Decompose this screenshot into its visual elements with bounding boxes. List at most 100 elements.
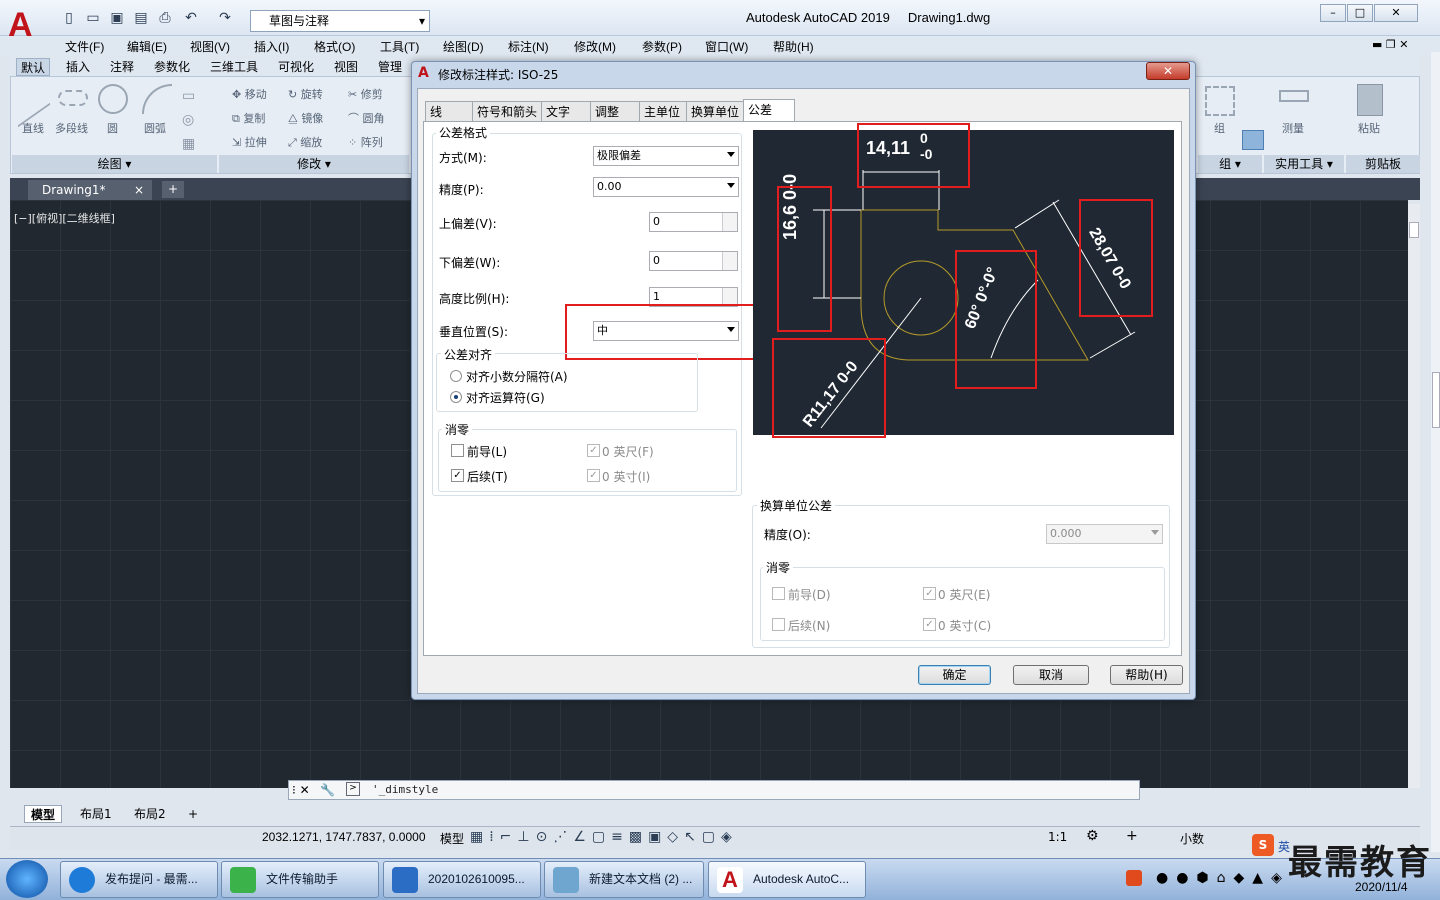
- scale-tool[interactable]: ⤢ 缩放: [288, 134, 322, 150]
- cancel-button[interactable]: 取消: [1013, 665, 1089, 685]
- taskbar-item-video[interactable]: 2020102610095...: [383, 861, 541, 898]
- tab-fit[interactable]: 调整: [590, 101, 640, 122]
- alt-trailing-checkbox[interactable]: [772, 618, 785, 631]
- drafting-toggles[interactable]: ▦⁞⌐⊥⊙⋰∠▢≡▩▣◇↖▢◈: [470, 829, 738, 845]
- group-tool-icon[interactable]: [1205, 86, 1235, 116]
- leading-checkbox[interactable]: [451, 444, 464, 457]
- panel-group[interactable]: 组 ▾: [1198, 155, 1262, 173]
- panel-modify[interactable]: 修改 ▾: [219, 155, 409, 173]
- move-tool[interactable]: ✥ 移动: [232, 86, 267, 102]
- save-as-icon[interactable]: ▤: [132, 10, 150, 28]
- redo-icon[interactable]: ↷: [216, 10, 234, 28]
- draw-extra-icons[interactable]: ▭ ◎ ▦: [182, 84, 195, 156]
- panel-draw[interactable]: 绘图 ▾: [12, 155, 217, 173]
- inches-checkbox[interactable]: ✓: [587, 469, 600, 482]
- feet-checkbox[interactable]: ✓: [587, 444, 600, 457]
- outer-scrollbar[interactable]: [1431, 52, 1440, 852]
- paste-tool-icon[interactable]: [1357, 84, 1383, 116]
- rotate-tool[interactable]: ↻ 旋转: [288, 86, 323, 102]
- menu-format[interactable]: 格式(O): [314, 38, 355, 55]
- plus-icon[interactable]: +: [1126, 828, 1138, 844]
- taskbar-date[interactable]: 2020/11/4: [1355, 880, 1408, 894]
- taskbar-item-autocad[interactable]: A Autodesk AutoC...: [708, 861, 866, 898]
- menu-edit[interactable]: 编辑(E): [127, 38, 167, 55]
- file-tab-drawing1[interactable]: Drawing1* ×: [28, 180, 152, 200]
- tray-icons[interactable]: ●●⬢⌂◆▲◈: [1156, 870, 1290, 886]
- circle-tool-icon[interactable]: [98, 84, 128, 114]
- ribbon-tab-manage[interactable]: 管理: [374, 58, 406, 76]
- alt-precision-select[interactable]: 0.000: [1046, 524, 1163, 544]
- scrollbar-thumb[interactable]: [1409, 222, 1419, 238]
- save-icon[interactable]: ▣: [108, 10, 126, 28]
- copy-tool[interactable]: ⧉ 复制: [232, 110, 265, 126]
- minimize-button[interactable]: –: [1320, 4, 1346, 22]
- units-selector[interactable]: 小数: [1180, 830, 1204, 847]
- menu-modify[interactable]: 修改(M): [574, 38, 616, 55]
- add-layout-button[interactable]: +: [182, 805, 204, 823]
- measure-tool-icon[interactable]: [1279, 90, 1309, 102]
- canvas-vertical-scrollbar[interactable]: [1408, 204, 1420, 788]
- open-file-icon[interactable]: ▭: [84, 10, 102, 28]
- mirror-tool[interactable]: ⧋ 镜像: [288, 110, 323, 126]
- taskbar-item-browser[interactable]: 发布提问 - 最需...: [60, 861, 218, 898]
- model-space-toggle[interactable]: 模型: [440, 830, 464, 847]
- tab-primary-units[interactable]: 主单位: [639, 101, 687, 122]
- ribbon-tab-home[interactable]: 默认: [16, 58, 51, 76]
- close-window-button[interactable]: ✕: [1374, 4, 1418, 22]
- menu-parametric[interactable]: 参数(P): [642, 38, 682, 55]
- ribbon-tab-visualize[interactable]: 可视化: [274, 58, 318, 76]
- ribbon-tab-3d-tools[interactable]: 三维工具: [206, 58, 262, 76]
- ribbon-tab-view[interactable]: 视图: [330, 58, 362, 76]
- lower-value-spinner[interactable]: 0: [649, 251, 738, 271]
- outer-scrollbar-thumb[interactable]: [1432, 372, 1440, 428]
- menu-draw[interactable]: 绘图(D): [443, 38, 484, 55]
- align-decimal-radio[interactable]: [450, 370, 462, 382]
- panel-utilities[interactable]: 实用工具 ▾: [1264, 155, 1344, 173]
- alt-inches-checkbox[interactable]: ✓: [923, 618, 936, 631]
- ok-button[interactable]: 确定: [918, 665, 991, 685]
- tab-alternate-units[interactable]: 换算单位: [686, 101, 744, 122]
- menu-view[interactable]: 视图(V): [190, 38, 230, 55]
- maximize-button[interactable]: □: [1347, 4, 1373, 22]
- new-file-icon[interactable]: ▯: [60, 10, 78, 28]
- polyline-tool-icon[interactable]: [58, 90, 88, 106]
- precision-select[interactable]: 0.00: [593, 177, 739, 197]
- close-tab-icon[interactable]: ×: [134, 180, 144, 200]
- plot-icon[interactable]: ⎙: [156, 10, 174, 28]
- sogou-ime-icon[interactable]: S: [1252, 834, 1274, 856]
- tab-tolerances[interactable]: 公差: [743, 99, 795, 123]
- coordinates-readout[interactable]: 2032.1271, 1747.7837, 0.0000: [262, 830, 426, 844]
- viewport-controls[interactable]: [−][俯视][二维线框]: [14, 210, 115, 226]
- align-operator-radio[interactable]: [450, 391, 462, 403]
- start-button[interactable]: [6, 860, 48, 898]
- ribbon-tab-insert[interactable]: 插入: [62, 58, 94, 76]
- gear-icon[interactable]: ⚙: [1086, 828, 1099, 844]
- help-button[interactable]: 帮助(H): [1110, 665, 1183, 685]
- fillet-tool[interactable]: ⌒ 圆角: [348, 110, 385, 126]
- trailing-checkbox[interactable]: ✓: [451, 469, 464, 482]
- ribbon-tab-annotate[interactable]: 注释: [106, 58, 138, 76]
- annotation-scale[interactable]: 1:1: [1048, 830, 1067, 844]
- command-settings-icon[interactable]: 🔧: [320, 783, 335, 797]
- trim-tool[interactable]: ✂ 修剪: [348, 86, 383, 102]
- undo-icon[interactable]: ↶: [182, 10, 200, 28]
- ribbon-tab-parametric[interactable]: 参数化: [150, 58, 194, 76]
- menu-dimension[interactable]: 标注(N): [508, 38, 549, 55]
- command-input[interactable]: '_dimstyle: [372, 783, 438, 796]
- select-group-icon[interactable]: [1242, 130, 1264, 150]
- method-select[interactable]: 极限偏差: [593, 146, 739, 166]
- doc-window-controls[interactable]: ▬ ❐ ✕: [1372, 38, 1408, 51]
- menu-insert[interactable]: 插入(I): [254, 38, 289, 55]
- dialog-close-button[interactable]: ✕: [1146, 62, 1190, 80]
- menu-tools[interactable]: 工具(T): [380, 38, 419, 55]
- layout-tab-1[interactable]: 布局1: [74, 805, 118, 823]
- panel-clipboard[interactable]: 剪贴板: [1346, 155, 1420, 173]
- menu-file[interactable]: 文件(F): [65, 38, 104, 55]
- alt-leading-checkbox[interactable]: [772, 587, 785, 600]
- taskbar-item-notepad[interactable]: 新建文本文档 (2) ...: [544, 861, 704, 898]
- menu-help[interactable]: 帮助(H): [773, 38, 814, 55]
- array-tool[interactable]: ⁘ 阵列: [348, 134, 383, 150]
- tab-text[interactable]: 文字: [541, 101, 591, 122]
- layout-tab-2[interactable]: 布局2: [128, 805, 172, 823]
- tray-ime-icon[interactable]: [1126, 870, 1142, 886]
